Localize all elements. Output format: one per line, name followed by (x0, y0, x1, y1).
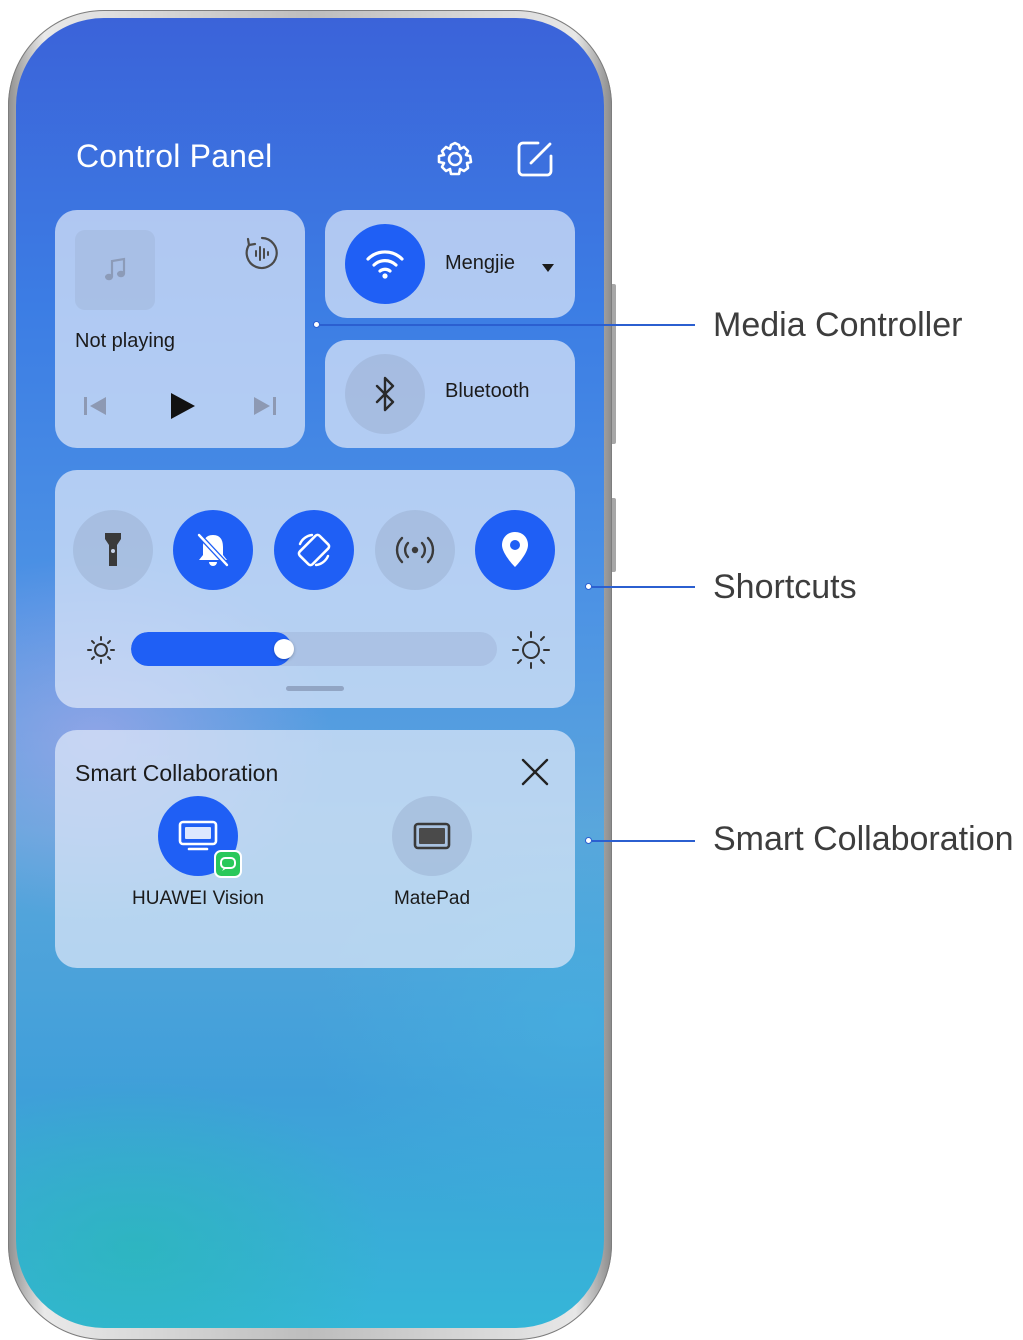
device-name: HUAWEI Vision (132, 888, 264, 909)
location-pin-icon (502, 532, 528, 567)
flashlight-toggle[interactable] (73, 510, 153, 590)
audio-output-icon (245, 236, 278, 270)
tablet-icon (413, 822, 451, 850)
settings-button[interactable] (434, 138, 476, 180)
auto-rotate-toggle[interactable] (274, 510, 354, 590)
media-status: Not playing (75, 330, 176, 352)
bell-off-icon (197, 533, 229, 567)
bluetooth-icon (375, 376, 395, 412)
wifi-network-name: Mengjie (445, 252, 516, 274)
page-title: Control Panel (76, 138, 273, 174)
wifi-icon (366, 250, 404, 279)
brightness-slider-thumb[interactable] (274, 639, 295, 659)
album-art (75, 230, 155, 310)
previous-track-button[interactable] (81, 394, 109, 423)
rotate-icon (297, 533, 331, 567)
tv-icon (178, 820, 218, 851)
device-toggle[interactable] (392, 796, 472, 876)
close-icon (521, 758, 549, 786)
smart-collaboration-title: Smart Collaboration (75, 760, 279, 786)
chevron-down-icon (542, 264, 554, 272)
hotspot-toggle[interactable] (375, 510, 455, 590)
gear-icon (437, 141, 473, 176)
play-icon (171, 393, 195, 419)
callout-smart-collaboration: Smart Collaboration (713, 820, 1014, 858)
close-button[interactable] (517, 754, 553, 790)
smart-collaboration-card: Smart Collaboration HUAWEI Vision MatePa… (55, 730, 575, 968)
music-note-icon (105, 257, 126, 281)
next-track-button[interactable] (251, 394, 279, 423)
flashlight-icon (105, 533, 121, 566)
callout-dot (313, 321, 320, 328)
callout-shortcuts: Shortcuts (713, 568, 857, 606)
callout-media-controller: Media Controller (713, 306, 963, 344)
hotspot-icon (395, 536, 435, 564)
callout-line (320, 324, 695, 326)
phone-screen: Control Panel Not playing Mengjie Blueto… (16, 18, 604, 1328)
media-controller-card[interactable]: Not playing (55, 210, 305, 448)
wifi-toggle[interactable] (345, 224, 425, 304)
bluetooth-label: Bluetooth (445, 380, 530, 402)
wifi-dropdown-button[interactable] (541, 260, 555, 278)
brightness-low-icon (85, 634, 117, 671)
callout-dot (585, 583, 592, 590)
shortcuts-card (55, 470, 575, 708)
callout-dot (585, 837, 592, 844)
drag-handle[interactable] (286, 686, 344, 691)
brightness-slider-fill (131, 632, 293, 666)
edit-button[interactable] (514, 138, 556, 180)
volume-key (612, 284, 616, 444)
edit-icon (517, 141, 553, 177)
audio-output-button[interactable] (243, 234, 281, 272)
next-track-icon (254, 397, 276, 415)
play-button[interactable] (167, 390, 197, 427)
device-matepad[interactable]: MatePad (352, 796, 512, 926)
message-badge-icon (214, 850, 242, 878)
brightness-high-icon (511, 630, 551, 675)
silent-mode-toggle[interactable] (173, 510, 253, 590)
callout-line (592, 840, 695, 842)
location-toggle[interactable] (475, 510, 555, 590)
bluetooth-tile[interactable]: Bluetooth (325, 340, 575, 448)
callout-line (592, 586, 695, 588)
power-key (612, 498, 616, 572)
brightness-slider[interactable] (131, 632, 497, 666)
bluetooth-toggle[interactable] (345, 354, 425, 434)
previous-track-icon (84, 397, 106, 415)
device-name: MatePad (393, 888, 471, 909)
wifi-tile[interactable]: Mengjie (325, 210, 575, 318)
device-huawei-vision[interactable]: HUAWEI Vision (118, 796, 278, 926)
